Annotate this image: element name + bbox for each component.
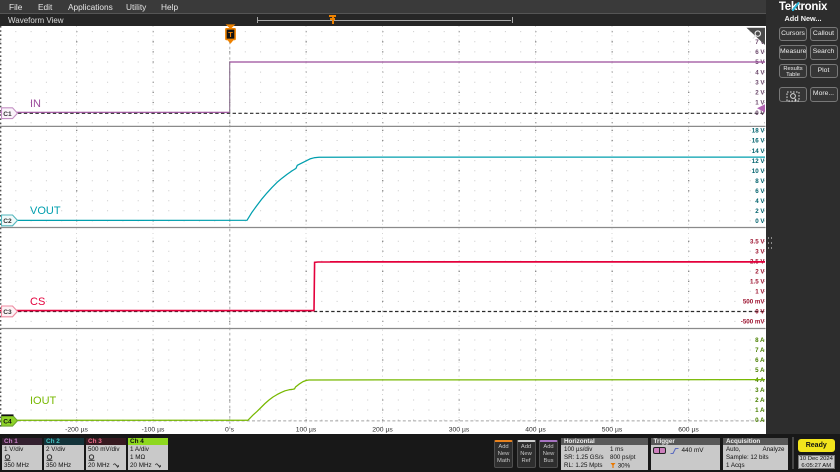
svg-text:0 s: 0 s (225, 427, 235, 434)
svg-text:2 V: 2 V (755, 208, 765, 215)
svg-text:4 V: 4 V (755, 198, 765, 205)
svg-text:0 V: 0 V (755, 218, 765, 225)
svg-text:200 µs: 200 µs (372, 427, 393, 434)
svg-text:6 V: 6 V (755, 188, 765, 195)
svg-text:6 A: 6 A (755, 357, 765, 364)
svg-text:4 V: 4 V (755, 69, 765, 76)
svg-text:2 V: 2 V (755, 269, 765, 276)
svg-text:3 V: 3 V (755, 249, 765, 256)
svg-text:CS: CS (30, 296, 45, 308)
svg-text:12 V: 12 V (752, 158, 766, 165)
svg-text:1.5 V: 1.5 V (750, 279, 765, 286)
svg-text:300 µs: 300 µs (449, 427, 470, 434)
svg-text:C2: C2 (3, 218, 12, 225)
svg-text:1 A: 1 A (755, 407, 765, 414)
svg-text:IOUT: IOUT (30, 395, 57, 407)
svg-text:600 µs: 600 µs (678, 427, 699, 434)
svg-text:1 V: 1 V (755, 289, 765, 296)
svg-text:18 V: 18 V (752, 128, 766, 135)
svg-text:400 µs: 400 µs (525, 427, 546, 434)
svg-text:500 µs: 500 µs (602, 427, 623, 434)
svg-text:C1: C1 (3, 111, 12, 118)
svg-text:500 mV: 500 mV (743, 299, 766, 306)
svg-text:IN: IN (30, 98, 41, 110)
svg-text:3.5 V: 3.5 V (750, 239, 765, 246)
svg-text:8 V: 8 V (755, 178, 765, 185)
svg-text:0 V: 0 V (755, 309, 765, 316)
svg-text:C3: C3 (3, 309, 12, 316)
svg-text:100 µs: 100 µs (296, 427, 317, 434)
svg-text:14 V: 14 V (752, 148, 766, 155)
svg-text:T: T (228, 30, 233, 39)
svg-text:2 A: 2 A (755, 397, 765, 404)
svg-text:C4: C4 (3, 418, 12, 425)
svg-text:7 A: 7 A (755, 347, 765, 354)
svg-text:10 V: 10 V (752, 168, 766, 175)
svg-text:VOUT: VOUT (30, 205, 61, 217)
svg-text:16 V: 16 V (752, 138, 766, 145)
svg-text:-200 µs: -200 µs (65, 427, 88, 434)
svg-text:5 V: 5 V (755, 59, 765, 66)
svg-text:-100 µs: -100 µs (142, 427, 165, 434)
svg-text:0 A: 0 A (755, 417, 765, 424)
svg-text:3 V: 3 V (755, 79, 765, 86)
svg-text:6 V: 6 V (755, 49, 765, 56)
svg-text:4 A: 4 A (755, 377, 765, 384)
svg-text:3 A: 3 A (755, 387, 765, 394)
svg-text:8 A: 8 A (755, 337, 765, 344)
svg-text:5 A: 5 A (755, 367, 765, 374)
svg-text:2 V: 2 V (755, 90, 765, 97)
svg-text:-500 mV: -500 mV (741, 319, 766, 326)
